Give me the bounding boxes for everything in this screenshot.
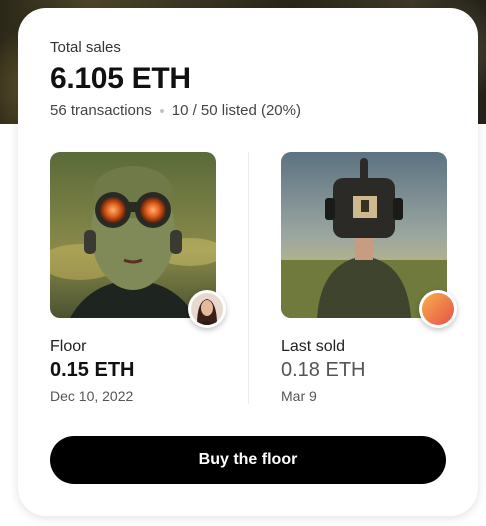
last-sold-label: Last sold [281,338,346,355]
floor-label: Floor [50,338,87,355]
separator-dot [159,108,164,113]
camera-head-portrait-icon [281,152,447,318]
avatar-woman-icon [191,293,223,325]
last-sold-column: Last sold 0.18 ETH Mar 9 [281,152,457,404]
last-sold-price: 0.18 ETH [281,359,366,381]
floor-date: Dec 10, 2022 [50,388,134,404]
sales-card: Total sales 6.105 ETH 56 transactions 10… [18,8,478,516]
avatar-gradient-icon [422,293,454,325]
floor-column: Floor 0.15 ETH Dec 10, 2022 [50,152,226,404]
floor-owner-avatar[interactable] [188,290,226,328]
sales-stats: 56 transactions 10 / 50 listed (20%) [50,102,301,119]
column-divider [248,152,249,404]
last-sold-nft-image[interactable] [281,152,457,328]
last-sold-owner-avatar[interactable] [419,290,457,328]
listed-count: 10 / 50 listed (20%) [171,102,301,119]
floor-price: 0.15 ETH [50,359,135,381]
goggles-portrait-icon [50,152,216,318]
total-sales-value: 6.105 ETH [50,62,191,95]
last-sold-date: Mar 9 [281,388,317,404]
transactions-count: 56 transactions [50,102,152,119]
buy-the-floor-button[interactable]: Buy the floor [50,436,446,484]
floor-nft-image[interactable] [50,152,226,328]
total-sales-label: Total sales [50,39,121,56]
